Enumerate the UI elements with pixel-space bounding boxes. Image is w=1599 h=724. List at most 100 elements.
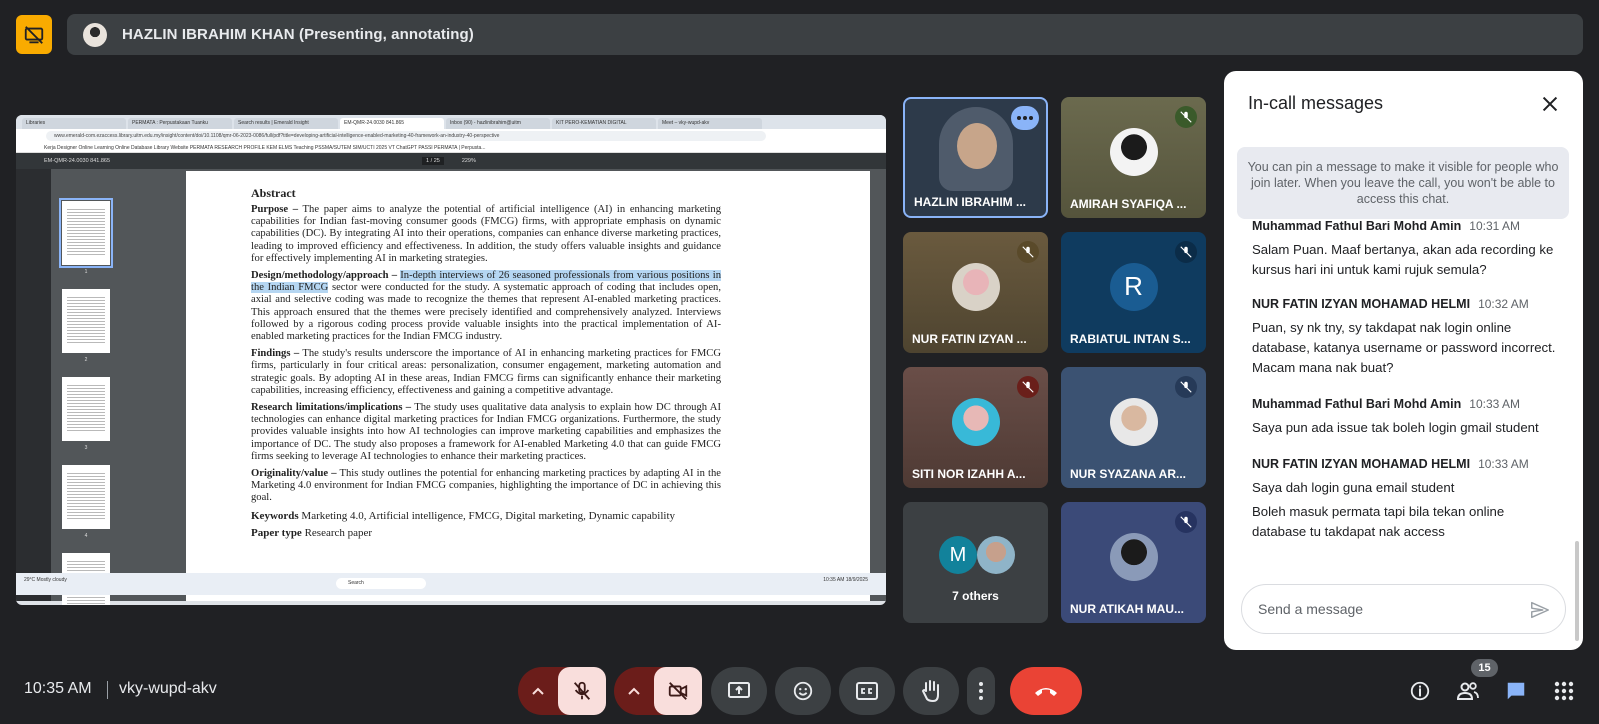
abstract-design: Design/methodology/approach – In-depth i… [251, 270, 721, 343]
others-avatar [977, 536, 1015, 574]
shared-screen: Libraries PERMATA : Perpustakaan Tuanku … [16, 115, 886, 605]
pdf-toolbar: EM-QMR-24.0030 841.865 1 / 25 229% [16, 153, 886, 169]
participant-face [957, 123, 997, 169]
participant-tile-others[interactable]: M 7 others [903, 502, 1048, 623]
mic-off-icon [1180, 246, 1192, 258]
abstract-heading: Abstract [251, 186, 296, 200]
chat-scrollbar[interactable] [1575, 541, 1579, 641]
camera-control-group [614, 667, 702, 715]
pdf-thumbnail [59, 198, 113, 268]
participant-tile[interactable]: HAZLIN IBRAHIM ... [903, 97, 1048, 218]
mic-off-icon [1180, 381, 1192, 393]
participant-avatar [1109, 127, 1158, 176]
emoji-icon [793, 681, 813, 701]
participant-tile[interactable]: NUR ATIKAH MAU... [1061, 502, 1206, 623]
participant-tile[interactable]: R RABIATUL INTAN S... [1061, 232, 1206, 353]
participant-count-badge: 15 [1471, 659, 1498, 677]
pdf-page: Abstract Purpose – The paper aims to ana… [186, 171, 870, 601]
chat-message: NUR FATIN IZYAN MOHAMAD HELMI 10:32 AM Pu… [1252, 295, 1562, 378]
chat-button[interactable] [1504, 679, 1528, 703]
pin-message-note: You can pin a message to make it visible… [1237, 147, 1569, 219]
mic-off-indicator [1175, 376, 1197, 398]
message-sender: NUR FATIN IZYAN MOHAMAD HELMI [1252, 457, 1471, 471]
pdf-title: EM-QMR-24.0030 841.865 [44, 158, 111, 164]
participant-name: SITI NOR IZAHH A... [912, 467, 1026, 481]
participant-tile[interactable]: NUR FATIN IZYAN ... [903, 232, 1048, 353]
audio-options-button[interactable] [518, 667, 558, 715]
findings-text: The study's results underscore the impor… [251, 348, 721, 396]
close-chat-button[interactable] [1539, 93, 1561, 115]
abstract-limitations: Research limitations/implications – The … [251, 402, 721, 463]
presenter-label: HAZLIN IBRAHIM KHAN (Presenting, annotat… [122, 26, 474, 43]
chat-message-list: Muhammad Fathul Bari Mohd Amin 10:31 AM S… [1224, 221, 1583, 646]
chat-message: Muhammad Fathul Bari Mohd Amin 10:33 AM S… [1252, 395, 1562, 438]
browser-tab: Search results | Emerald Insight [234, 118, 338, 129]
mic-toggle-button[interactable] [558, 667, 606, 715]
people-icon [1456, 682, 1479, 700]
message-time: 10:33 AM [1478, 457, 1529, 471]
more-options-button[interactable] [967, 667, 995, 715]
chat-message: NUR FATIN IZYAN MOHAMAD HELMI 10:33 AM Sa… [1252, 455, 1562, 542]
purpose-label: Purpose – [251, 204, 299, 215]
browser-tab: PERMATA : Perpustakaan Tuanku [128, 118, 232, 129]
message-text: Saya dah login guna email student [1252, 480, 1455, 495]
mic-off-indicator [1175, 241, 1197, 263]
present-screen-button[interactable] [711, 667, 767, 715]
presenter-banner: HAZLIN IBRAHIM KHAN (Presenting, annotat… [67, 14, 1583, 55]
abstract-purpose: Purpose – The paper aims to analyze the … [251, 204, 721, 265]
mic-off-icon [1022, 381, 1034, 393]
pdf-thumbnail-label: 1 [84, 269, 88, 275]
findings-label: Findings – [251, 348, 300, 360]
captions-button[interactable] [839, 667, 895, 715]
mic-off-icon [1180, 516, 1192, 528]
orig-label: Originality/value – [251, 468, 337, 480]
videocam-off-icon [668, 682, 688, 700]
reactions-button[interactable] [775, 667, 831, 715]
chat-panel: In-call messages You can pin a message t… [1224, 71, 1583, 650]
camera-toggle-button[interactable] [654, 667, 702, 715]
chevron-up-icon [532, 687, 544, 695]
call-end-icon [1035, 688, 1057, 696]
mic-control-group [518, 667, 606, 715]
chat-title: In-call messages [1248, 93, 1384, 113]
present-to-all-icon [728, 682, 750, 698]
more-options-button[interactable] [1011, 106, 1039, 130]
design-label: Design/methodology/approach – [251, 270, 398, 282]
message-sender: NUR FATIN IZYAN MOHAMAD HELMI [1252, 297, 1471, 311]
message-text: Boleh masuk permata tapi bila tekan onli… [1252, 504, 1505, 539]
participant-avatar [1109, 532, 1158, 581]
video-options-button[interactable] [614, 667, 654, 715]
bottom-divider [107, 681, 108, 699]
browser-address-bar: www.emerald-com.ezaccess.library.uitm.ed… [16, 129, 886, 143]
keywords-text: Marketing 4.0, Artificial intelligence, … [301, 509, 676, 522]
pdf-thumbnail-label: 2 [84, 357, 88, 363]
screenshare-off-icon [24, 25, 44, 44]
purpose-text: The paper aims to analyze the potential … [251, 204, 721, 264]
windows-taskbar: 29°C Mostly cloudy Search 10:35 AM 18/9/… [16, 573, 886, 595]
people-button[interactable] [1456, 679, 1480, 703]
bookmarks-bar: Kerja Designer Online Learning Online Da… [16, 143, 886, 153]
papertype-label: Paper type [251, 526, 302, 539]
stop-screenshare-button[interactable] [16, 15, 52, 54]
meeting-code[interactable]: vky-wupd-akv [119, 680, 217, 698]
activities-button[interactable] [1552, 679, 1576, 703]
pdf-thumbnail-label: 4 [84, 533, 88, 539]
info-icon [1410, 681, 1430, 701]
taskbar-weather: 29°C Mostly cloudy [24, 577, 67, 583]
raise-hand-button[interactable] [903, 667, 959, 715]
pdf-thumbnail [62, 289, 110, 353]
others-count: 7 others [952, 589, 999, 603]
meeting-details-button[interactable] [1408, 679, 1432, 703]
participant-tile[interactable]: SITI NOR IZAHH A... [903, 367, 1048, 488]
mic-off-icon [573, 681, 591, 700]
mic-off-indicator [1175, 511, 1197, 533]
leave-call-button[interactable] [1010, 667, 1082, 715]
participant-tile[interactable]: NUR SYAZANA AR... [1061, 367, 1206, 488]
participant-name: NUR ATIKAH MAU... [1070, 602, 1184, 616]
participant-tile[interactable]: AMIRAH SYAFIQA ... [1061, 97, 1206, 218]
send-button[interactable] [1529, 599, 1551, 624]
apps-grid-icon [1554, 681, 1574, 701]
chevron-up-icon [628, 687, 640, 695]
browser-tab: KIT PERO-KEMATIAN DIGITAL [552, 118, 656, 129]
chat-input[interactable]: Send a message [1241, 584, 1566, 634]
